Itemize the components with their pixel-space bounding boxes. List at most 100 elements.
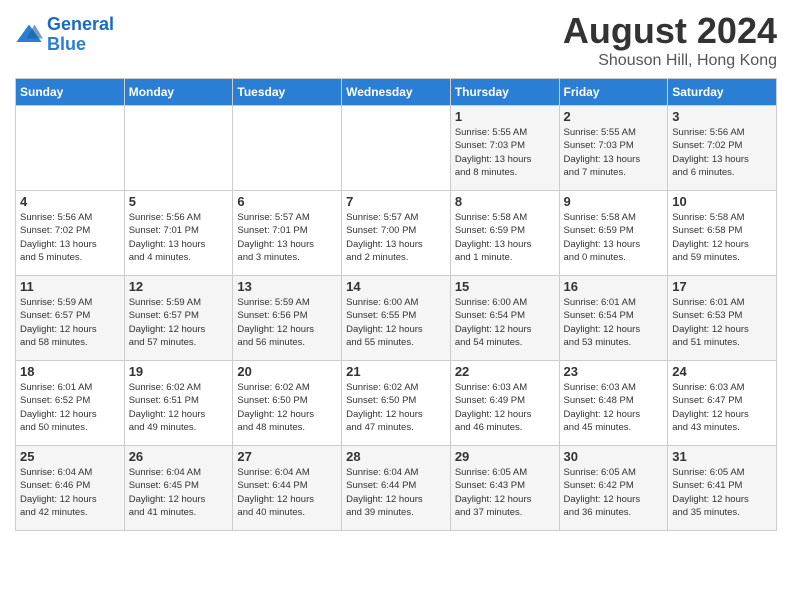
calendar-cell: 31 Sunrise: 6:05 AM Sunset: 6:41 PM Dayli… [668, 446, 777, 531]
day-info: Sunrise: 5:59 AM Sunset: 6:56 PM Dayligh… [237, 296, 337, 349]
day-info: Sunrise: 5:56 AM Sunset: 7:02 PM Dayligh… [672, 126, 772, 179]
calendar-cell: 6Sunrise: 5:57 AM Sunset: 7:01 PM Daylig… [233, 191, 342, 276]
day-info: Sunrise: 5:55 AM Sunset: 7:03 PM Dayligh… [455, 126, 555, 179]
day-info: Sunrise: 6:03 AM Sunset: 6:48 PM Dayligh… [564, 381, 664, 434]
day-info: Sunrise: 5:57 AM Sunset: 7:00 PM Dayligh… [346, 211, 446, 264]
col-header-sunday: Sunday [16, 79, 125, 106]
calendar-cell: 26 Sunrise: 6:04 AM Sunset: 6:45 PM Dayli… [124, 446, 233, 531]
day-info: Sunrise: 6:04 AM Sunset: 6:44 PM Dayligh… [237, 466, 337, 519]
day-number: 3 [672, 109, 772, 124]
day-number: 19 [129, 364, 229, 379]
calendar-table: SundayMondayTuesdayWednesdayThursdayFrid… [15, 78, 777, 531]
day-info: Sunrise: 6:01 AM Sunset: 6:53 PM Dayligh… [672, 296, 772, 349]
calendar-cell: 28Sunrise: 6:04 AM Sunset: 6:44 PM Dayli… [342, 446, 451, 531]
calendar-row: 11 Sunrise: 5:59 AM Sunset: 6:57 PM Dayli… [16, 276, 777, 361]
day-number: 21 [346, 364, 446, 379]
calendar-cell: 2Sunrise: 5:55 AM Sunset: 7:03 PM Daylig… [559, 106, 668, 191]
calendar-row: 18 Sunrise: 6:01 AM Sunset: 6:52 PM Dayli… [16, 361, 777, 446]
col-header-thursday: Thursday [450, 79, 559, 106]
calendar-header-row: SundayMondayTuesdayWednesdayThursdayFrid… [16, 79, 777, 106]
day-info: Sunrise: 6:05 AM Sunset: 6:41 PM Dayligh… [672, 466, 772, 519]
day-number: 13 [237, 279, 337, 294]
logo-text: General Blue [47, 15, 114, 55]
col-header-tuesday: Tuesday [233, 79, 342, 106]
calendar-cell: 5 Sunrise: 5:56 AM Sunset: 7:01 PM Daylig… [124, 191, 233, 276]
day-number: 11 [20, 279, 120, 294]
day-info: Sunrise: 6:02 AM Sunset: 6:50 PM Dayligh… [346, 381, 446, 434]
day-info: Sunrise: 6:00 AM Sunset: 6:55 PM Dayligh… [346, 296, 446, 349]
calendar-cell: 16 Sunrise: 6:01 AM Sunset: 6:54 PM Dayli… [559, 276, 668, 361]
day-number: 15 [455, 279, 555, 294]
col-header-wednesday: Wednesday [342, 79, 451, 106]
calendar-cell: 12 Sunrise: 5:59 AM Sunset: 6:57 PM Dayli… [124, 276, 233, 361]
day-info: Sunrise: 5:56 AM Sunset: 7:01 PM Dayligh… [129, 211, 229, 264]
day-number: 10 [672, 194, 772, 209]
title-area: August 2024 Shouson Hill, Hong Kong [563, 10, 777, 70]
calendar-cell: 25 Sunrise: 6:04 AM Sunset: 6:46 PM Dayli… [16, 446, 125, 531]
day-number: 22 [455, 364, 555, 379]
col-header-friday: Friday [559, 79, 668, 106]
day-info: Sunrise: 5:59 AM Sunset: 6:57 PM Dayligh… [20, 296, 120, 349]
day-number: 16 [564, 279, 664, 294]
calendar-cell: 8 Sunrise: 5:58 AM Sunset: 6:59 PM Daylig… [450, 191, 559, 276]
calendar-cell: 23 Sunrise: 6:03 AM Sunset: 6:48 PM Dayli… [559, 361, 668, 446]
day-number: 31 [672, 449, 772, 464]
day-info: Sunrise: 5:58 AM Sunset: 6:58 PM Dayligh… [672, 211, 772, 264]
day-number: 17 [672, 279, 772, 294]
day-number: 6 [237, 194, 337, 209]
day-number: 12 [129, 279, 229, 294]
day-info: Sunrise: 5:59 AM Sunset: 6:57 PM Dayligh… [129, 296, 229, 349]
calendar-cell [16, 106, 125, 191]
day-info: Sunrise: 6:04 AM Sunset: 6:45 PM Dayligh… [129, 466, 229, 519]
day-number: 25 [20, 449, 120, 464]
day-info: Sunrise: 6:01 AM Sunset: 6:52 PM Dayligh… [20, 381, 120, 434]
col-header-saturday: Saturday [668, 79, 777, 106]
day-number: 18 [20, 364, 120, 379]
day-info: Sunrise: 6:03 AM Sunset: 6:49 PM Dayligh… [455, 381, 555, 434]
calendar-cell: 29Sunrise: 6:05 AM Sunset: 6:43 PM Dayli… [450, 446, 559, 531]
calendar-cell: 22 Sunrise: 6:03 AM Sunset: 6:49 PM Dayli… [450, 361, 559, 446]
day-info: Sunrise: 5:58 AM Sunset: 6:59 PM Dayligh… [564, 211, 664, 264]
day-number: 4 [20, 194, 120, 209]
day-number: 23 [564, 364, 664, 379]
calendar-row: 1 Sunrise: 5:55 AM Sunset: 7:03 PM Daylig… [16, 106, 777, 191]
day-number: 30 [564, 449, 664, 464]
day-info: Sunrise: 6:03 AM Sunset: 6:47 PM Dayligh… [672, 381, 772, 434]
day-number: 1 [455, 109, 555, 124]
day-number: 20 [237, 364, 337, 379]
calendar-cell: 9Sunrise: 5:58 AM Sunset: 6:59 PM Daylig… [559, 191, 668, 276]
day-number: 24 [672, 364, 772, 379]
day-number: 8 [455, 194, 555, 209]
day-number: 7 [346, 194, 446, 209]
day-number: 27 [237, 449, 337, 464]
day-info: Sunrise: 5:58 AM Sunset: 6:59 PM Dayligh… [455, 211, 555, 264]
day-number: 28 [346, 449, 446, 464]
calendar-cell: 4Sunrise: 5:56 AM Sunset: 7:02 PM Daylig… [16, 191, 125, 276]
calendar-cell [342, 106, 451, 191]
day-number: 29 [455, 449, 555, 464]
calendar-cell: 21 Sunrise: 6:02 AM Sunset: 6:50 PM Dayli… [342, 361, 451, 446]
calendar-cell: 7 Sunrise: 5:57 AM Sunset: 7:00 PM Daylig… [342, 191, 451, 276]
calendar-cell: 27 Sunrise: 6:04 AM Sunset: 6:44 PM Dayli… [233, 446, 342, 531]
calendar-cell: 18 Sunrise: 6:01 AM Sunset: 6:52 PM Dayli… [16, 361, 125, 446]
calendar-cell: 10 Sunrise: 5:58 AM Sunset: 6:58 PM Dayli… [668, 191, 777, 276]
day-info: Sunrise: 6:05 AM Sunset: 6:42 PM Dayligh… [564, 466, 664, 519]
calendar-title: August 2024 [563, 10, 777, 52]
calendar-row: 4Sunrise: 5:56 AM Sunset: 7:02 PM Daylig… [16, 191, 777, 276]
calendar-cell [124, 106, 233, 191]
day-info: Sunrise: 6:02 AM Sunset: 6:50 PM Dayligh… [237, 381, 337, 434]
day-info: Sunrise: 6:01 AM Sunset: 6:54 PM Dayligh… [564, 296, 664, 349]
day-info: Sunrise: 6:04 AM Sunset: 6:46 PM Dayligh… [20, 466, 120, 519]
calendar-cell: 14Sunrise: 6:00 AM Sunset: 6:55 PM Dayli… [342, 276, 451, 361]
calendar-cell: 13 Sunrise: 5:59 AM Sunset: 6:56 PM Dayli… [233, 276, 342, 361]
day-number: 5 [129, 194, 229, 209]
day-number: 2 [564, 109, 664, 124]
day-number: 26 [129, 449, 229, 464]
calendar-subtitle: Shouson Hill, Hong Kong [563, 52, 777, 70]
calendar-cell [233, 106, 342, 191]
calendar-cell: 3 Sunrise: 5:56 AM Sunset: 7:02 PM Daylig… [668, 106, 777, 191]
calendar-cell: 11 Sunrise: 5:59 AM Sunset: 6:57 PM Dayli… [16, 276, 125, 361]
calendar-cell: 20 Sunrise: 6:02 AM Sunset: 6:50 PM Dayli… [233, 361, 342, 446]
calendar-cell: 19 Sunrise: 6:02 AM Sunset: 6:51 PM Dayli… [124, 361, 233, 446]
day-info: Sunrise: 6:02 AM Sunset: 6:51 PM Dayligh… [129, 381, 229, 434]
